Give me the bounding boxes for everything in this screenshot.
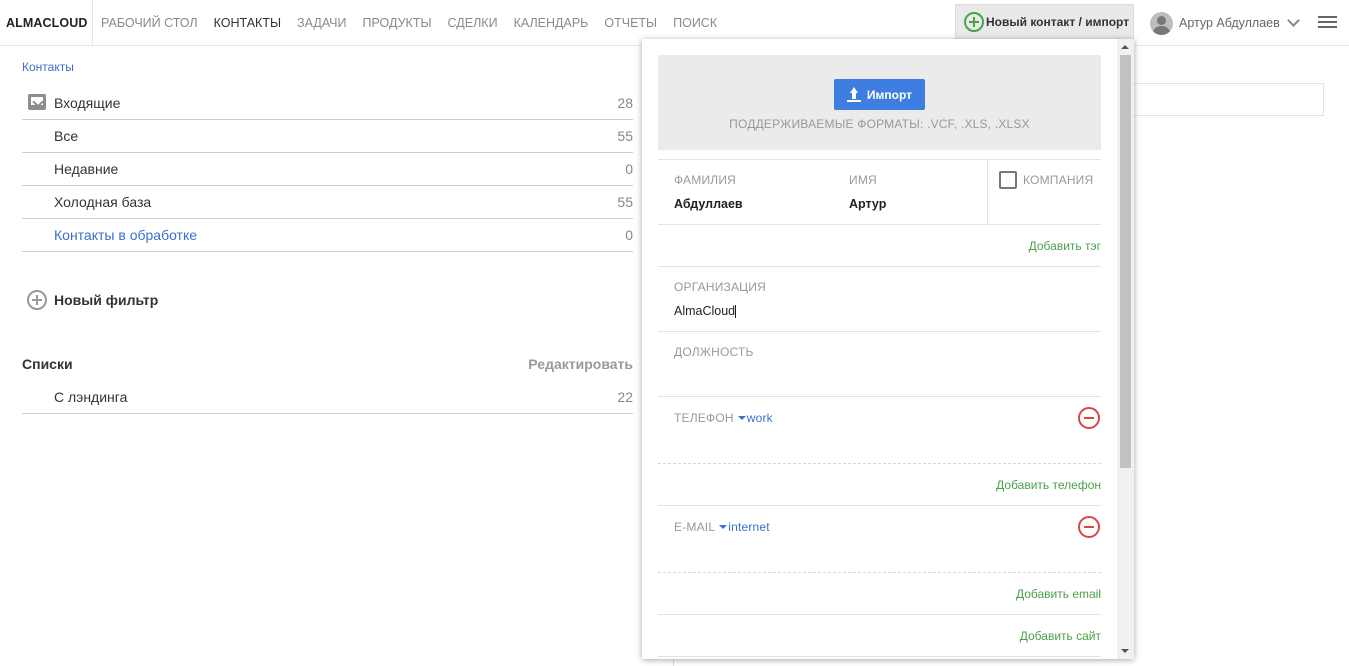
email-input-underline[interactable]	[658, 572, 1101, 573]
nav-item-contacts[interactable]: КОНТАКТЫ	[214, 0, 281, 46]
filter-label: Контакты в обработке	[54, 227, 198, 243]
new-contact-import-button[interactable]: Новый контакт / импорт	[955, 4, 1134, 40]
filter-item-cold-base[interactable]: Холодная база 55	[22, 186, 633, 219]
brand-logo[interactable]: ALMACLOUD	[0, 0, 93, 46]
import-button-label: Импорт	[866, 87, 913, 102]
new-filter-button[interactable]: Новый фильтр	[27, 290, 158, 310]
new-filter-label: Новый фильтр	[54, 292, 159, 308]
nav-item-calendar[interactable]: КАЛЕНДАРЬ	[514, 0, 589, 46]
phone-label-text: ТЕЛЕФОН	[674, 411, 734, 425]
filter-label: Входящие	[54, 94, 121, 111]
divider	[658, 396, 1101, 397]
filter-item-all[interactable]: Все 55	[22, 120, 633, 153]
text-cursor	[735, 305, 737, 319]
nav-item-products[interactable]: ПРОДУКТЫ	[363, 0, 432, 46]
phone-type-value: work	[746, 411, 773, 425]
inbox-icon	[28, 94, 46, 110]
import-button[interactable]: Импорт	[834, 79, 925, 110]
new-contact-popup: Импорт ПОДДЕРЖИВАЕМЫЕ ФОРМАТЫ: .VCF, .XL…	[642, 39, 1134, 659]
filter-item-in-progress[interactable]: Контакты в обработке 0	[22, 219, 633, 252]
user-avatar-icon	[1150, 11, 1173, 35]
divider	[658, 614, 1101, 615]
caret-down-icon	[719, 524, 728, 529]
upload-icon	[846, 86, 861, 103]
email-type-value: internet	[728, 520, 770, 534]
add-email-link[interactable]: Добавить email	[1016, 587, 1101, 601]
first-name-field[interactable]: Артур	[849, 197, 886, 211]
list-item[interactable]: С лэндинга 22	[22, 381, 633, 414]
company-label: КОМПАНИЯ	[1023, 173, 1094, 187]
add-tag-link[interactable]: Добавить тэг	[1029, 239, 1101, 253]
last-name-field[interactable]: Абдуллаев	[674, 197, 743, 211]
phone-type-select[interactable]: work	[734, 411, 773, 425]
last-name-label: ФАМИЛИЯ	[674, 173, 737, 187]
filter-count: 0	[625, 161, 633, 177]
main-nav: РАБОЧИЙ СТОЛ КОНТАКТЫ ЗАДАЧИ ПРОДУКТЫ СД…	[101, 0, 733, 46]
menu-icon[interactable]	[1318, 16, 1337, 30]
email-label-text: E-MAIL	[674, 520, 716, 534]
lists-title: Списки	[22, 356, 73, 372]
popup-scrollbar[interactable]	[1117, 39, 1134, 659]
import-section: Импорт ПОДДЕРЖИВАЕМЫЕ ФОРМАТЫ: .VCF, .XL…	[658, 55, 1101, 150]
filter-label: Все	[54, 128, 79, 144]
list-label: С лэндинга	[54, 389, 128, 405]
remove-email-icon[interactable]	[1078, 516, 1100, 538]
filter-list: Входящие 28 Все 55 Недавние 0 Холодная б…	[22, 86, 633, 252]
caret-down-icon	[737, 415, 746, 420]
filter-count: 0	[625, 227, 633, 243]
nav-item-deals[interactable]: СДЕЛКИ	[448, 0, 498, 46]
organization-label: ОРГАНИЗАЦИЯ	[674, 280, 766, 294]
phone-label: ТЕЛЕФОН work	[674, 411, 773, 425]
chevron-down-icon	[1286, 14, 1300, 27]
plus-circle-icon	[27, 290, 47, 310]
divider	[658, 331, 1101, 332]
filter-count: 55	[617, 128, 633, 144]
email-label: E-MAIL internet	[674, 520, 770, 534]
lists-edit-button[interactable]: Редактировать	[528, 356, 633, 372]
remove-phone-icon[interactable]	[1078, 407, 1100, 429]
nav-item-tasks[interactable]: ЗАДАЧИ	[297, 0, 346, 46]
user-menu[interactable]: Артур Абдуллаев	[1150, 11, 1300, 35]
divider	[658, 656, 1101, 657]
divider	[658, 224, 1101, 225]
filter-count: 28	[617, 94, 633, 111]
divider	[658, 159, 1101, 160]
organization-value: AlmaCloud	[674, 304, 736, 318]
add-phone-link[interactable]: Добавить телефон	[996, 478, 1101, 492]
lists-header: Списки Редактировать	[22, 356, 633, 376]
list-count: 22	[617, 389, 633, 405]
organization-field[interactable]: AlmaCloud	[674, 304, 737, 319]
filter-count: 55	[617, 194, 633, 210]
divider	[658, 266, 1101, 267]
scroll-down-arrow-icon[interactable]	[1121, 649, 1129, 653]
scroll-up-arrow-icon[interactable]	[1121, 45, 1129, 49]
plus-circle-icon	[964, 12, 984, 32]
user-name: Артур Абдуллаев	[1179, 16, 1280, 30]
first-name-label: ИМЯ	[849, 173, 877, 187]
add-site-link[interactable]: Добавить сайт	[1020, 629, 1101, 643]
new-contact-label: Новый контакт / импорт	[986, 15, 1130, 29]
filter-label: Холодная база	[54, 194, 152, 210]
background-divider	[673, 660, 674, 666]
filter-item-recent[interactable]: Недавние 0	[22, 153, 633, 186]
phone-input-underline[interactable]	[658, 463, 1101, 464]
supported-formats: ПОДДЕРЖИВАЕМЫЕ ФОРМАТЫ: .VCF, .XLS, .XLS…	[729, 117, 1030, 131]
filter-item-inbox[interactable]: Входящие 28	[22, 86, 633, 120]
divider	[658, 505, 1101, 506]
background-search-field	[1130, 83, 1324, 116]
breadcrumb[interactable]: Контакты	[22, 60, 74, 74]
email-type-select[interactable]: internet	[715, 520, 770, 534]
filter-label: Недавние	[54, 161, 119, 177]
nav-item-dashboard[interactable]: РАБОЧИЙ СТОЛ	[101, 0, 198, 46]
position-label: ДОЛЖНОСТЬ	[674, 345, 754, 359]
scroll-thumb[interactable]	[1120, 55, 1131, 468]
divider	[987, 160, 988, 225]
company-checkbox[interactable]	[999, 171, 1017, 189]
